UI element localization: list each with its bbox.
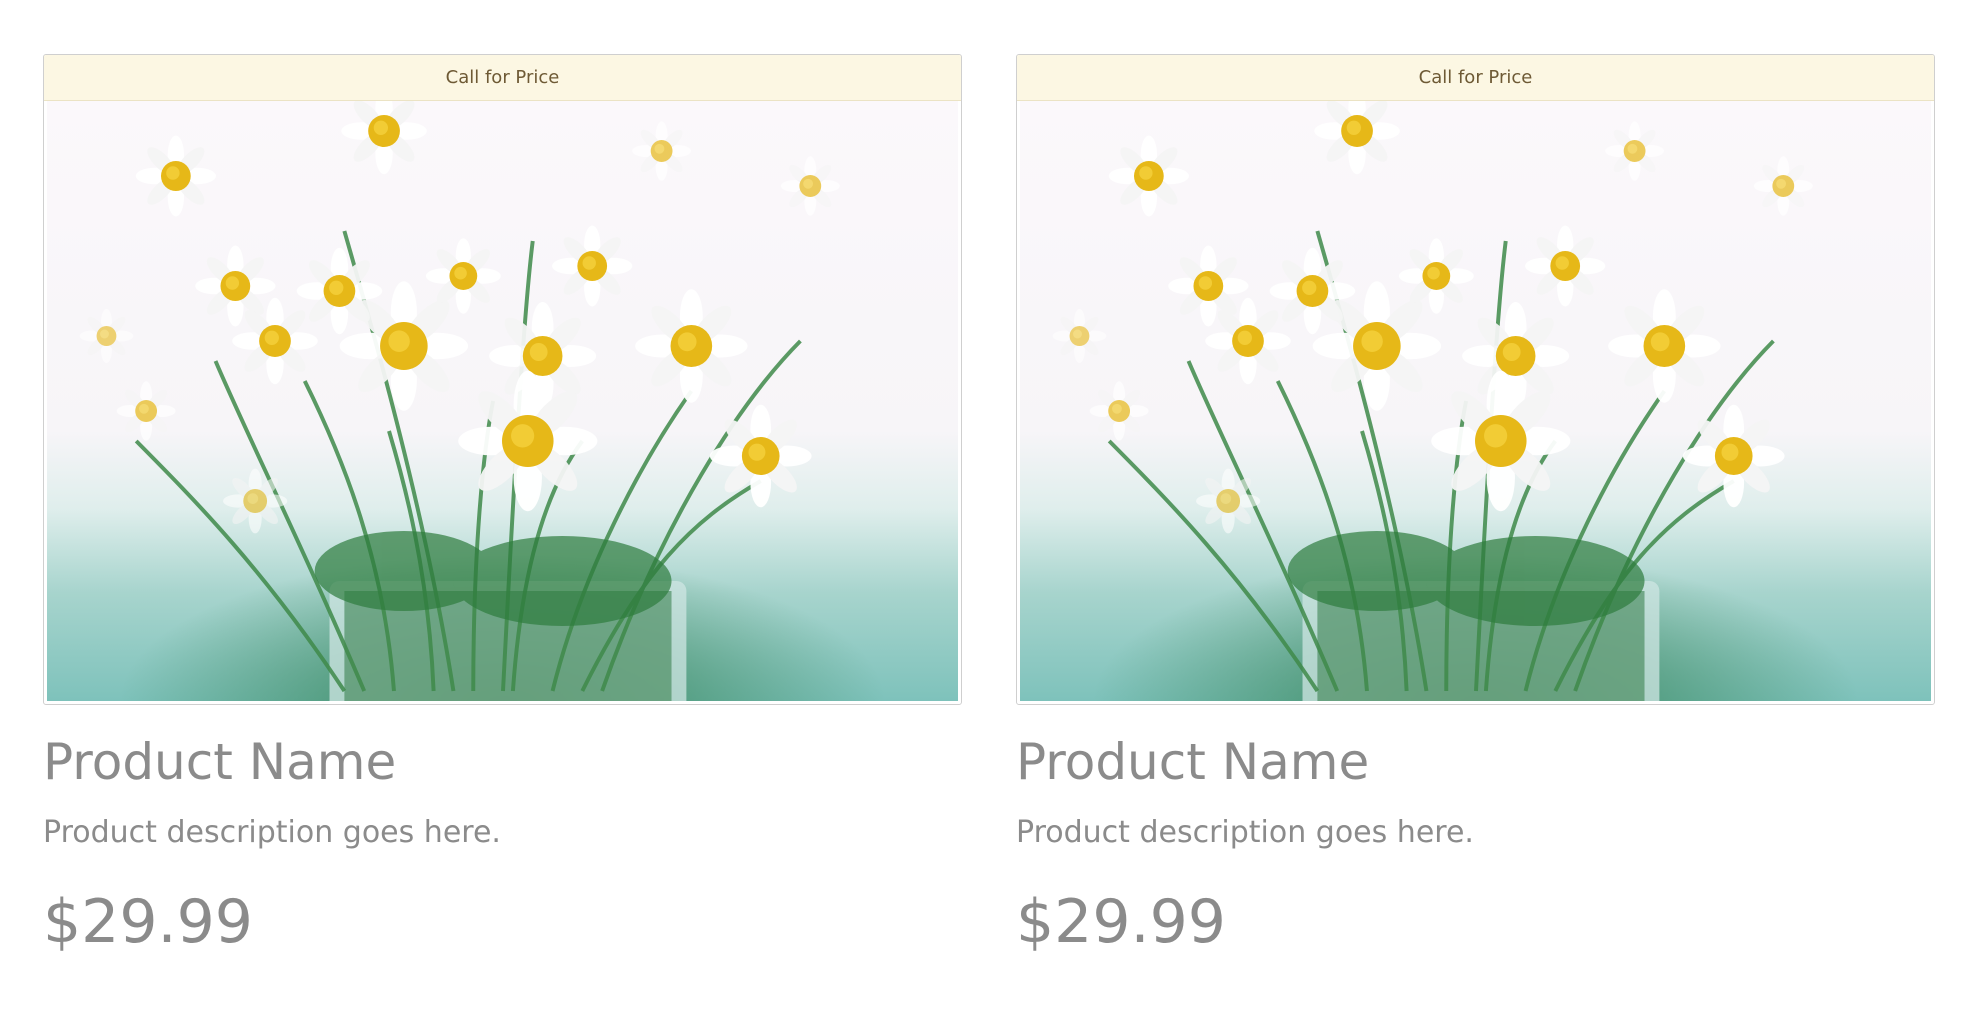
call-for-price-banner: Call for Price — [1017, 55, 1934, 101]
product-grid: Call for Price Product Name Product desc… — [43, 54, 1935, 957]
product-card[interactable]: Call for Price Product Name Product desc… — [1016, 54, 1935, 957]
daisy-bouquet-illustration — [1052, 101, 1813, 701]
daisy-bouquet-photo[interactable] — [1020, 101, 1931, 701]
daisy-bouquet-photo[interactable] — [47, 101, 958, 701]
product-image-frame[interactable]: Call for Price — [1016, 54, 1935, 705]
product-name[interactable]: Product Name — [1016, 731, 1935, 793]
product-name[interactable]: Product Name — [43, 731, 962, 793]
product-description: Product description goes here. — [1016, 815, 1474, 850]
call-for-price-banner: Call for Price — [44, 55, 961, 101]
product-image-frame[interactable]: Call for Price — [43, 54, 962, 705]
product-price: $29.99 — [43, 887, 253, 957]
product-price: $29.99 — [1016, 887, 1226, 957]
product-description: Product description goes here. — [43, 815, 501, 850]
product-card[interactable]: Call for Price Product Name Product desc… — [43, 54, 962, 957]
daisy-bouquet-illustration — [79, 101, 840, 701]
